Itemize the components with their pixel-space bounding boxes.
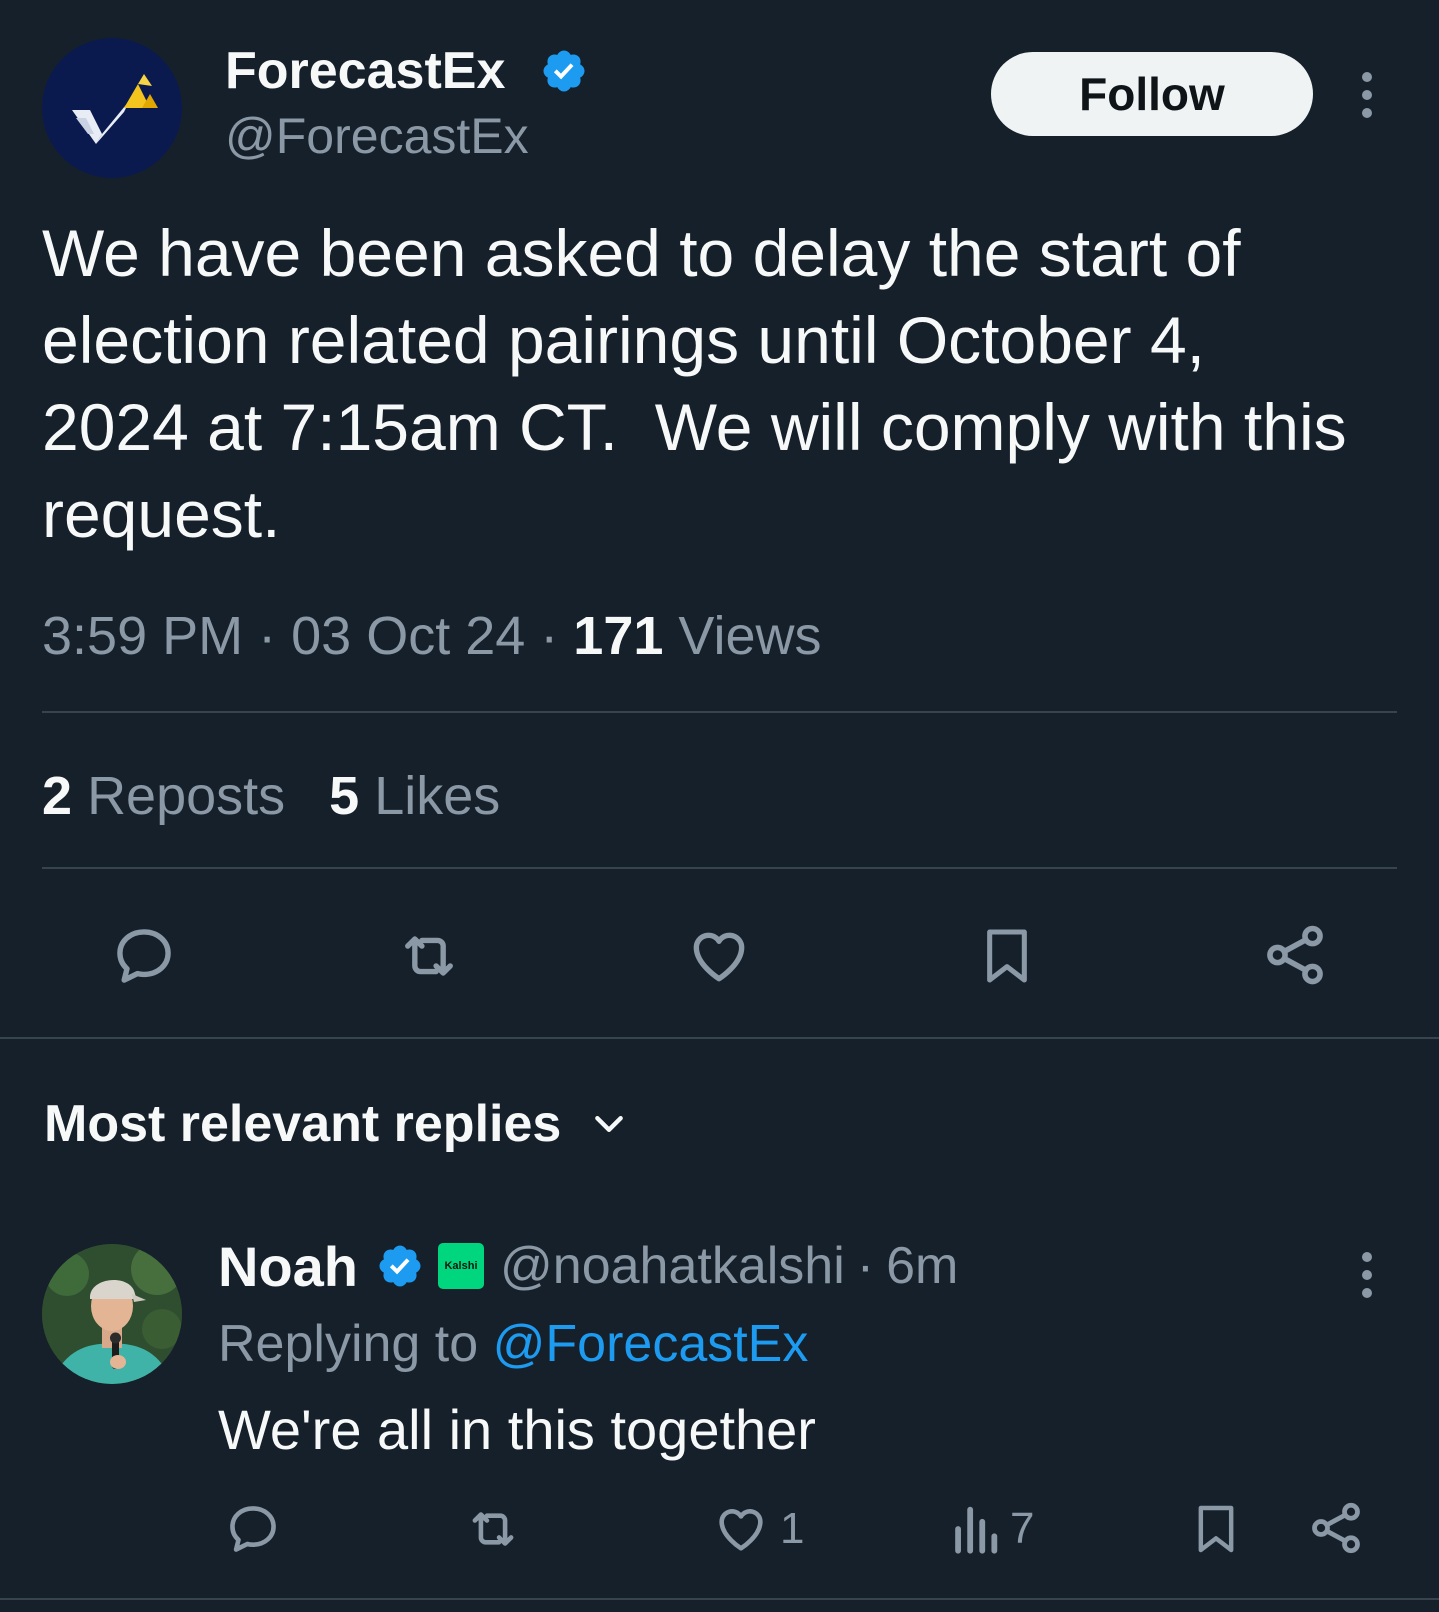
repost-icon — [472, 1512, 514, 1546]
reply-author-name[interactable]: Noah — [218, 1234, 358, 1299]
share-icon — [1312, 1502, 1360, 1554]
reply-views-button[interactable]: 7 — [950, 1500, 1034, 1558]
views-chart-icon — [955, 1506, 998, 1554]
tweet-meta: 3:59 PM · 03 Oct 24 · 171 Views — [42, 600, 821, 672]
like-button[interactable] — [684, 922, 754, 990]
bookmark-button[interactable] — [975, 920, 1039, 992]
reply-time[interactable]: 6m — [886, 1236, 958, 1296]
author-name[interactable]: ForecastEx — [225, 38, 505, 104]
reply-icon — [230, 1506, 276, 1552]
section-divider — [0, 1037, 1439, 1039]
separator: · — [856, 1237, 875, 1295]
reply-divider — [0, 1598, 1439, 1600]
reply-reply-button[interactable] — [224, 1500, 282, 1558]
reply-repost-button[interactable] — [462, 1500, 524, 1558]
reply-like-button[interactable]: 1 — [712, 1500, 804, 1558]
kalshi-affiliate-badge[interactable]: Kalshi — [438, 1243, 484, 1289]
reposts-stat[interactable]: 2 Reposts — [42, 766, 285, 826]
like-icon — [693, 932, 745, 982]
likes-label: Likes — [374, 766, 501, 826]
profile-photo-icon — [42, 1244, 182, 1384]
reply-bookmark-button[interactable] — [1188, 1498, 1244, 1560]
reply-text: We're all in this together — [218, 1398, 816, 1461]
author-handle[interactable]: @ForecastEx — [225, 104, 529, 168]
replies-sort-dropdown[interactable]: Most relevant replies — [44, 1090, 629, 1158]
divider — [42, 711, 1397, 713]
reposts-count: 2 — [42, 766, 73, 826]
chevron-down-icon — [595, 1116, 624, 1132]
reply-icon — [117, 929, 171, 983]
bookmark-icon — [987, 929, 1027, 983]
like-icon — [719, 1509, 763, 1551]
avatar[interactable] — [42, 1244, 182, 1384]
engagement-stats: 2 Reposts 5 Likes — [42, 760, 500, 832]
reply-likes-count: 1 — [780, 1504, 805, 1553]
forecastex-logo-icon — [72, 74, 158, 144]
replying-to-label: Replying to — [218, 1315, 493, 1373]
reply-author-handle[interactable]: @noahatkalshi — [500, 1236, 845, 1296]
separator: · — [540, 606, 559, 666]
views-label: Views — [678, 606, 822, 666]
tweet-time[interactable]: 3:59 PM — [42, 606, 243, 666]
repost-icon — [405, 936, 453, 976]
verified-badge-icon — [540, 47, 588, 95]
reply-header: Noah Kalshi @noahatkalshi · 6m — [218, 1232, 958, 1300]
reposts-label: Reposts — [87, 766, 286, 826]
bookmark-icon — [1198, 1505, 1234, 1553]
verified-badge-icon — [376, 1242, 424, 1290]
likes-stat[interactable]: 5 Likes — [329, 766, 500, 826]
replies-heading: Most relevant replies — [44, 1095, 562, 1153]
separator: · — [258, 606, 277, 666]
mention-link[interactable]: @ForecastEx — [493, 1315, 809, 1373]
follow-button[interactable]: Follow — [991, 52, 1313, 136]
reply-share-button[interactable] — [1306, 1498, 1366, 1558]
reply-button[interactable] — [110, 922, 178, 990]
likes-count: 5 — [329, 766, 360, 826]
replying-to: Replying to @ForecastEx — [218, 1310, 808, 1378]
divider — [42, 867, 1397, 869]
avatar[interactable] — [42, 38, 182, 178]
reply-views-count: 7 — [1010, 1504, 1035, 1553]
share-icon — [1267, 925, 1323, 985]
more-options-icon[interactable] — [1353, 1250, 1381, 1300]
views-count: 171 — [573, 606, 664, 666]
tweet-text: We have been asked to delay the start of… — [42, 216, 1347, 551]
more-options-icon[interactable] — [1353, 70, 1381, 120]
repost-button[interactable] — [393, 922, 465, 990]
tweet-date[interactable]: 03 Oct 24 — [291, 606, 525, 666]
share-button[interactable] — [1260, 920, 1330, 990]
